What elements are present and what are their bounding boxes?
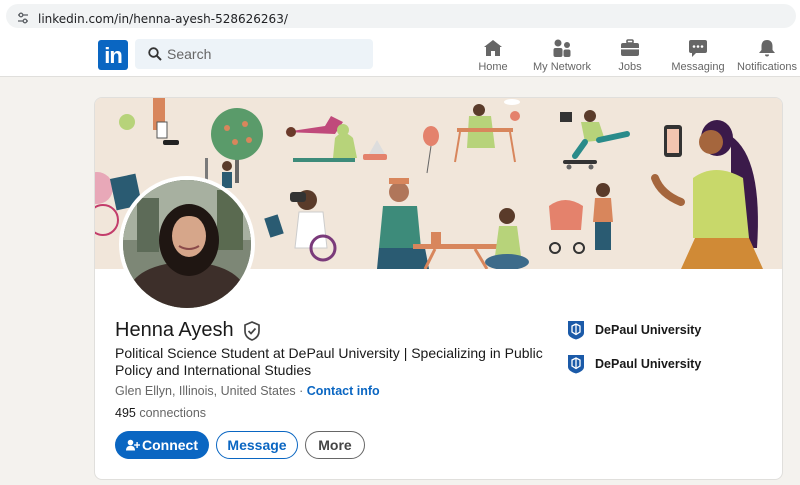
connections-label: connections: [139, 406, 207, 420]
profile-location-row: Glen Ellyn, Illinois, United States · Co…: [115, 384, 380, 398]
briefcase-icon: [621, 39, 639, 56]
verified-shield-icon[interactable]: [243, 321, 261, 341]
browser-address-bar: linkedin.com/in/henna-ayesh-528626263/: [0, 0, 800, 32]
location-separator: ·: [295, 384, 307, 398]
home-icon: [484, 40, 502, 56]
nav-home-label: Home: [478, 61, 508, 73]
network-icon: [553, 39, 571, 57]
nav-jobs-label: Jobs: [618, 61, 642, 73]
url-pill[interactable]: linkedin.com/in/henna-ayesh-528626263/: [6, 4, 796, 28]
top-navigation: in Home My Network Jobs: [0, 32, 800, 77]
profile-location: Glen Ellyn, Illinois, United States: [115, 384, 296, 398]
education-item-label: DePaul University: [595, 323, 702, 337]
nav-my-network[interactable]: My Network: [531, 36, 593, 74]
nav-notifications-label: Notifications: [737, 61, 797, 73]
connections-number: 495: [115, 406, 136, 420]
profile-card: Henna Ayesh Political Science Student at…: [94, 97, 783, 480]
messaging-icon: [689, 40, 707, 57]
nav-home[interactable]: Home: [475, 36, 511, 74]
connections-count[interactable]: 495 connections: [115, 406, 206, 420]
nav-messaging[interactable]: Messaging: [671, 36, 725, 74]
linkedin-logo[interactable]: in: [98, 40, 128, 70]
search-box[interactable]: [135, 39, 373, 69]
profile-headline: Political Science Student at DePaul Univ…: [115, 345, 543, 378]
contact-info-link[interactable]: Contact info: [307, 384, 380, 398]
add-person-icon: [126, 439, 141, 451]
bell-icon: [759, 40, 775, 57]
education-item-label: DePaul University: [595, 357, 702, 371]
connect-button[interactable]: Connect: [115, 431, 209, 459]
nav-jobs[interactable]: Jobs: [614, 36, 646, 74]
nav-notifications[interactable]: Notifications: [736, 36, 798, 74]
search-icon: [148, 47, 162, 61]
profile-name: Henna Ayesh: [115, 319, 234, 341]
depaul-university-logo-icon: [568, 355, 584, 374]
nav-my-network-label: My Network: [532, 61, 592, 73]
site-settings-icon[interactable]: [16, 11, 30, 25]
connect-button-label: Connect: [142, 437, 198, 453]
profile-photo[interactable]: [119, 176, 255, 312]
message-button[interactable]: Message: [216, 431, 298, 459]
url-text[interactable]: linkedin.com/in/henna-ayesh-528626263/: [38, 12, 288, 26]
more-button[interactable]: More: [305, 431, 365, 459]
search-input[interactable]: [167, 39, 367, 69]
nav-messaging-label: Messaging: [671, 61, 725, 73]
depaul-university-logo-icon: [568, 321, 584, 340]
